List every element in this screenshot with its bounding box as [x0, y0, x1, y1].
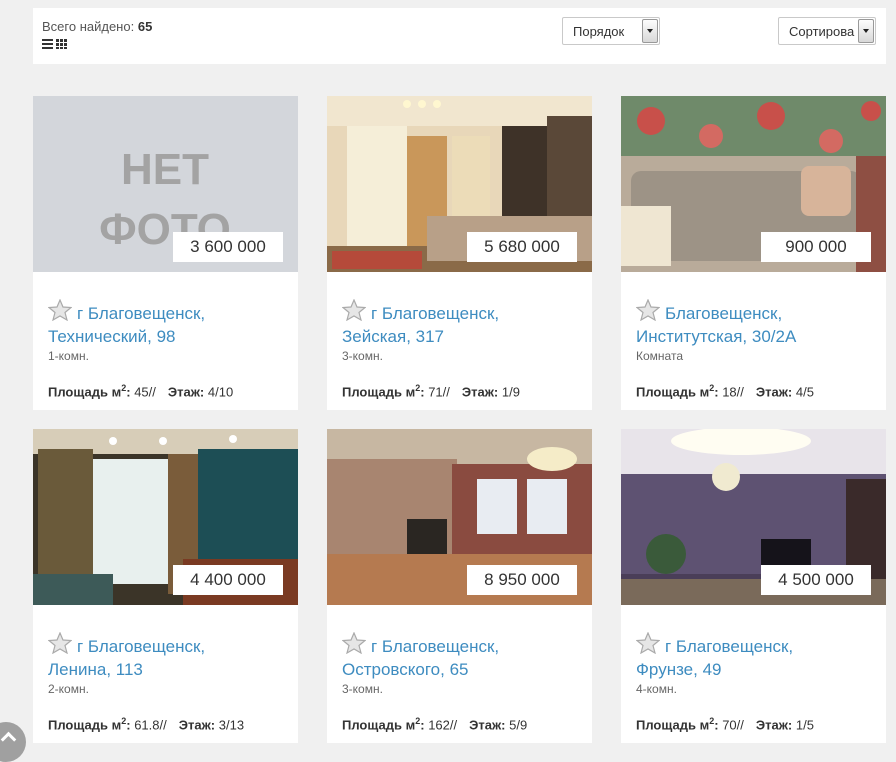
star-icon[interactable]	[342, 299, 366, 321]
listing-photo[interactable]: НЕТ ФОТО 3 600 000	[33, 96, 298, 272]
listing-address[interactable]: Островского, 65	[342, 658, 582, 682]
listing-address[interactable]: Зейская, 317	[342, 325, 582, 349]
listing-rooms: 3-комн.	[342, 349, 383, 363]
listing-card[interactable]: 900 000 Благовещенск, Институтская, 30/2…	[621, 96, 886, 410]
listing-specs: Площадь м2: 162//Этаж: 5/9	[342, 716, 528, 733]
listing-title[interactable]: г Благовещенск,	[77, 302, 205, 326]
star-icon[interactable]	[342, 632, 366, 654]
listing-title[interactable]: г Благовещенск,	[371, 635, 499, 659]
list-view-icon[interactable]	[42, 39, 53, 49]
listing-price: 4 400 000	[173, 565, 283, 595]
sort-select[interactable]: Сортирова	[778, 17, 876, 45]
listing-rooms: 2-комн.	[48, 682, 89, 696]
star-icon[interactable]	[636, 299, 660, 321]
listing-address[interactable]: Ленина, 113	[48, 658, 288, 682]
listing-rooms: 4-комн.	[636, 682, 677, 696]
listing-address[interactable]: Технический, 98	[48, 325, 288, 349]
listing-price: 8 950 000	[467, 565, 577, 595]
listing-price: 900 000	[761, 232, 871, 262]
listing-title[interactable]: г Благовещенск,	[371, 302, 499, 326]
order-select[interactable]: Порядок	[562, 17, 660, 45]
results-toolbar: Всего найдено: 65 Порядок Сортирова	[33, 8, 886, 64]
listing-photo[interactable]: 4 400 000	[33, 429, 298, 605]
listing-photo[interactable]: 8 950 000	[327, 429, 592, 605]
listing-title[interactable]: Благовещенск,	[665, 302, 782, 326]
chevron-down-icon[interactable]	[858, 19, 874, 43]
view-switcher	[42, 39, 67, 49]
listing-price: 4 500 000	[761, 565, 871, 595]
listing-specs: Площадь м2: 70//Этаж: 1/5	[636, 716, 814, 733]
listing-rooms: Комната	[636, 349, 683, 363]
listing-photo[interactable]: 5 680 000	[327, 96, 592, 272]
listing-card[interactable]: 4 500 000 г Благовещенск, Фрунзе, 49 4-к…	[621, 429, 886, 743]
star-icon[interactable]	[48, 632, 72, 654]
listing-rooms: 3-комн.	[342, 682, 383, 696]
listing-specs: Площадь м2: 18//Этаж: 4/5	[636, 383, 814, 400]
scroll-to-top-button[interactable]	[0, 722, 26, 762]
star-icon[interactable]	[48, 299, 72, 321]
listing-rooms: 1-комн.	[48, 349, 89, 363]
listing-specs: Площадь м2: 45//Этаж: 4/10	[48, 383, 234, 400]
chevron-down-icon[interactable]	[642, 19, 658, 43]
results-count: Всего найдено: 65	[42, 19, 153, 34]
listing-address[interactable]: Фрунзе, 49	[636, 658, 876, 682]
grid-view-icon[interactable]	[56, 39, 67, 49]
listing-card[interactable]: 5 680 000 г Благовещенск, Зейская, 317 3…	[327, 96, 592, 410]
listing-card[interactable]: 8 950 000 г Благовещенск, Островского, 6…	[327, 429, 592, 743]
listing-title[interactable]: г Благовещенск,	[77, 635, 205, 659]
listing-price: 3 600 000	[173, 232, 283, 262]
listing-photo[interactable]: 4 500 000	[621, 429, 886, 605]
listing-photo[interactable]: 900 000	[621, 96, 886, 272]
results-count-value: 65	[137, 19, 153, 34]
listing-specs: Площадь м2: 71//Этаж: 1/9	[342, 383, 520, 400]
star-icon[interactable]	[636, 632, 660, 654]
no-photo-text: НЕТ	[121, 145, 209, 194]
listing-price: 5 680 000	[467, 232, 577, 262]
listing-address[interactable]: Институтская, 30/2А	[636, 325, 876, 349]
listing-card[interactable]: НЕТ ФОТО 3 600 000 г Благовещенск, Техни…	[33, 96, 298, 410]
listing-title[interactable]: г Благовещенск,	[665, 635, 793, 659]
listing-specs: Площадь м2: 61.8//Этаж: 3/13	[48, 716, 245, 733]
listing-card[interactable]: 4 400 000 г Благовещенск, Ленина, 113 2-…	[33, 429, 298, 743]
